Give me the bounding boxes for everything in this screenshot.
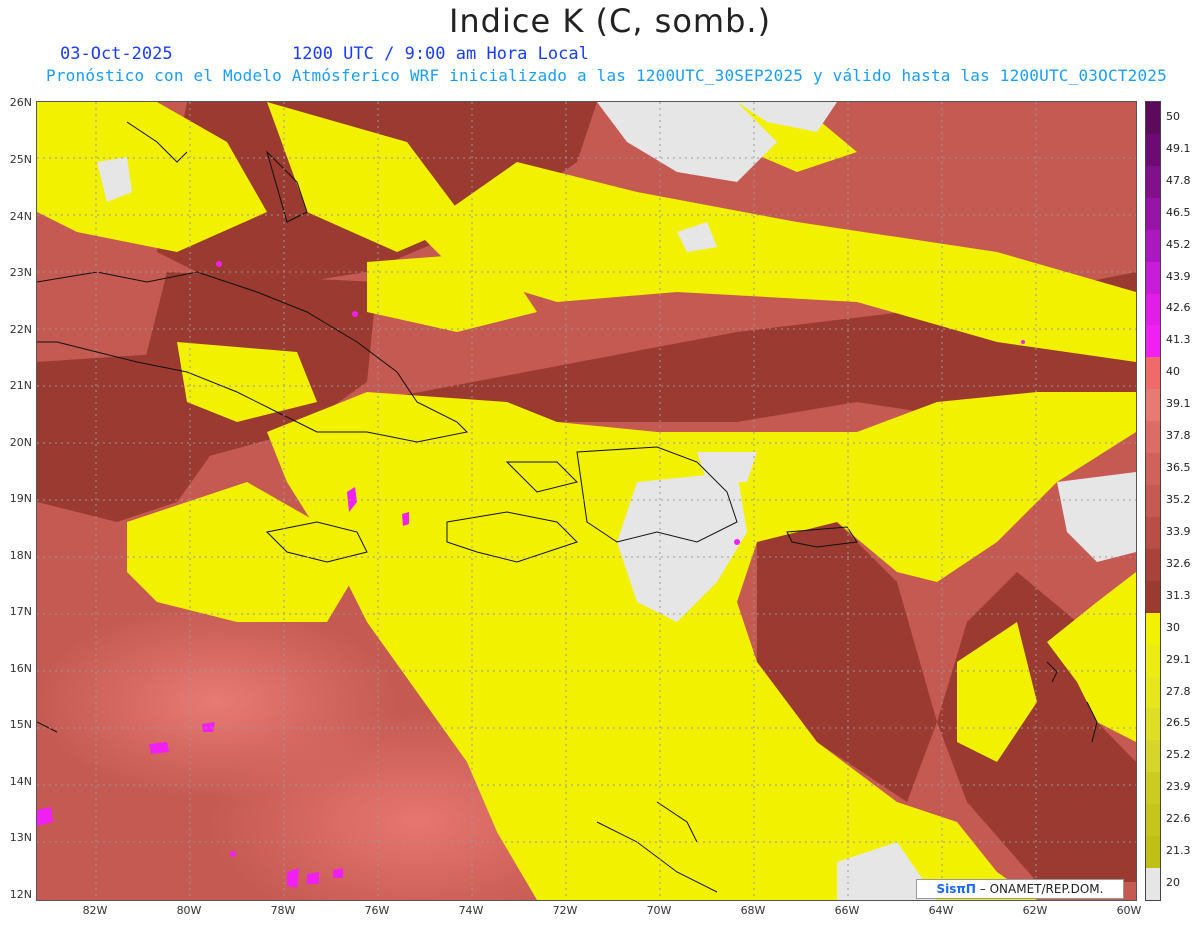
lat-label: 16N xyxy=(9,662,32,675)
lat-label: 20N xyxy=(9,436,32,449)
colorbar-label: 35.2 xyxy=(1166,493,1191,506)
colorbar-label: 46.5 xyxy=(1166,205,1191,219)
colorbar-segment xyxy=(1146,772,1160,805)
colorbar-segment xyxy=(1146,197,1160,231)
lon-label: 80W xyxy=(176,904,202,917)
colorbar-label: 23.9 xyxy=(1166,780,1191,794)
colorbar-segment xyxy=(1146,644,1160,678)
colorbar-segment xyxy=(1146,485,1160,518)
colorbar-label: 30 xyxy=(1166,620,1180,634)
map-title: Indice K (C, somb.) xyxy=(448,2,772,40)
credit-brand: SisπΠ xyxy=(936,882,976,896)
colorbar-segment xyxy=(1146,612,1160,646)
colorbar-label: 22.6 xyxy=(1166,812,1191,826)
colorbar-segment xyxy=(1146,548,1160,582)
lon-label: 76W xyxy=(364,904,390,917)
colorbar-segment xyxy=(1146,293,1160,326)
lon-label: 72W xyxy=(552,904,578,917)
lon-label: 60W xyxy=(1116,904,1142,917)
colorbar-segment xyxy=(1146,676,1160,709)
colorbar-label: 45.2 xyxy=(1166,237,1191,251)
colorbar-segment xyxy=(1146,740,1160,773)
colorbar-label: 39.1 xyxy=(1166,397,1191,411)
colorbar-segment xyxy=(1146,580,1160,614)
lon-label: 70W xyxy=(646,904,672,917)
lat-label: 17N xyxy=(9,605,32,618)
colorbar-segment xyxy=(1146,229,1160,263)
colorbar-label: 42.6 xyxy=(1166,301,1191,315)
colorbar-label: 36.5 xyxy=(1166,461,1191,475)
forecast-subtitle: Pronóstico con el Modelo Atmósferico WRF… xyxy=(46,66,1167,85)
lat-label: 12N xyxy=(9,888,32,901)
colorbar-segment xyxy=(1146,868,1160,901)
lat-label: 13N xyxy=(9,831,32,844)
map-field xyxy=(37,102,1136,900)
lon-label: 78W xyxy=(270,904,296,917)
colorbar-segment xyxy=(1146,836,1160,869)
colorbar-label: 21.3 xyxy=(1166,844,1191,858)
colorbar-segment xyxy=(1146,357,1160,390)
colorbar-segment xyxy=(1146,102,1160,135)
lat-label: 23N xyxy=(9,266,32,279)
credit-box: SisπΠ – ONAMET/REP.DOM. xyxy=(916,879,1124,899)
colorbar-segment xyxy=(1146,516,1160,550)
colorbar-label: 43.9 xyxy=(1166,269,1191,283)
colorbar-segment xyxy=(1146,133,1160,167)
colorbar-label: 20 xyxy=(1166,876,1180,890)
colorbar-label: 50 xyxy=(1166,109,1180,123)
lat-label: 22N xyxy=(9,323,32,336)
lon-label: 64W xyxy=(928,904,954,917)
colorbar-label: 31.3 xyxy=(1166,588,1191,602)
lat-label: 19N xyxy=(9,492,32,505)
forecast-time: 1200 UTC / 9:00 am Hora Local xyxy=(292,44,589,64)
colorbar-segment xyxy=(1146,453,1160,486)
colorbar-label: 32.6 xyxy=(1166,556,1191,570)
lon-label: 62W xyxy=(1022,904,1048,917)
colorbar-label: 49.1 xyxy=(1166,141,1191,155)
colorbar-label: 33.9 xyxy=(1166,524,1191,538)
colorbar xyxy=(1145,101,1161,901)
lon-label: 82W xyxy=(82,904,108,917)
lon-label: 66W xyxy=(834,904,860,917)
colorbar-label: 37.8 xyxy=(1166,429,1191,443)
credit-text: – ONAMET/REP.DOM. xyxy=(979,882,1104,896)
colorbar-segment xyxy=(1146,261,1160,294)
forecast-date: 03-Oct-2025 xyxy=(60,44,173,64)
colorbar-label: 27.8 xyxy=(1166,684,1191,698)
colorbar-segment xyxy=(1146,165,1160,199)
colorbar-label: 40 xyxy=(1166,365,1180,379)
lat-label: 14N xyxy=(9,775,32,788)
colorbar-segment xyxy=(1146,421,1160,454)
lon-label: 68W xyxy=(740,904,766,917)
colorbar-segment xyxy=(1146,389,1160,422)
colorbar-segment xyxy=(1146,325,1160,358)
lat-label: 24N xyxy=(9,210,32,223)
lon-label: 74W xyxy=(458,904,484,917)
colorbar-segment xyxy=(1146,804,1160,837)
colorbar-label: 26.5 xyxy=(1166,716,1191,730)
k-index-map xyxy=(36,101,1137,901)
lat-label: 18N xyxy=(9,549,32,562)
lat-label: 21N xyxy=(9,379,32,392)
colorbar-label: 41.3 xyxy=(1166,333,1191,347)
lat-label: 15N xyxy=(9,718,32,731)
colorbar-label: 25.2 xyxy=(1166,748,1191,762)
colorbar-label: 47.8 xyxy=(1166,173,1191,187)
lat-label: 26N xyxy=(9,96,32,109)
colorbar-label: 29.1 xyxy=(1166,652,1191,666)
lat-label: 25N xyxy=(9,153,32,166)
colorbar-segment xyxy=(1146,708,1160,741)
